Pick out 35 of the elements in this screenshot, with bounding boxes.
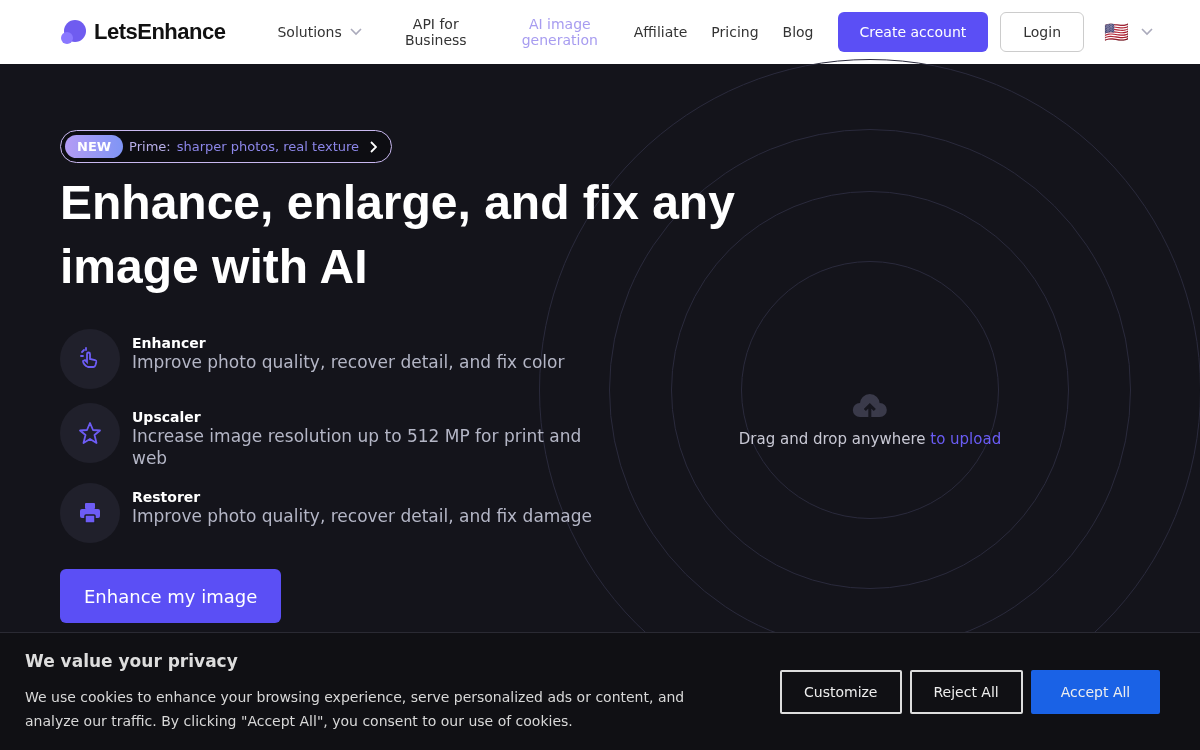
badge-text: sharper photos, real texture — [176, 139, 360, 154]
feature-title: Enhancer — [132, 335, 207, 351]
logo-icon — [60, 19, 86, 45]
hero-title: Enhance, enlarge, and fix any image with AI — [60, 175, 736, 295]
upload-hint: Drag and drop anywhere — [738, 430, 926, 448]
badge-prefix: Prime: — [129, 139, 171, 154]
logo-text[interactable]: LetsEnhance — [94, 19, 226, 45]
reject-all-button[interactable]: Reject All — [909, 669, 1023, 714]
nav-link[interactable]: API for Business — [385, 16, 486, 48]
nav-link[interactable]: Pricing — [711, 24, 759, 40]
nav-link[interactable]: Blog — [782, 24, 814, 40]
chevron-right-icon — [369, 140, 378, 153]
upload-link[interactable]: to upload — [930, 430, 1002, 448]
new-tag: NEW — [65, 135, 124, 158]
feature-title: Restorer — [132, 489, 202, 505]
cookie-text: We use cookies to enhance your browsing experience, serve personalized ads or content, and analyze our traffic. By clicking "Accept All", you consent to our use of cookies. — [25, 687, 686, 731]
feature-description: Improve photo quality, recover detail, and fix color — [132, 351, 566, 373]
customize-button[interactable]: Customize — [780, 669, 902, 714]
enhance-image-button[interactable]: Enhance my image — [60, 569, 282, 623]
chevron-down-icon[interactable] — [1141, 28, 1154, 36]
login-button[interactable]: Login — [1000, 12, 1085, 52]
create-account-button[interactable]: Create account — [837, 12, 989, 52]
cloud-upload-icon — [850, 392, 890, 420]
flag-icon[interactable]: 🇺🇸 — [1104, 20, 1130, 44]
nav-link[interactable]: Affiliate — [633, 24, 688, 40]
feature-description: Improve photo quality, recover detail, and fix damage — [132, 505, 594, 527]
nav-link[interactable]: Solutions — [277, 24, 362, 40]
cookie-title: We value your privacy — [25, 650, 239, 671]
feature-description: Increase image resolution up to 512 MP for print and web — [132, 425, 583, 469]
announcement-badge[interactable]: NEW Prime: sharper photos, real texture — [60, 130, 393, 163]
chevron-down-icon — [349, 28, 362, 36]
printer-icon — [78, 501, 102, 525]
star-icon — [78, 421, 102, 445]
accept-all-button[interactable]: Accept All — [1030, 669, 1161, 714]
feature-title: Upscaler — [132, 409, 202, 425]
